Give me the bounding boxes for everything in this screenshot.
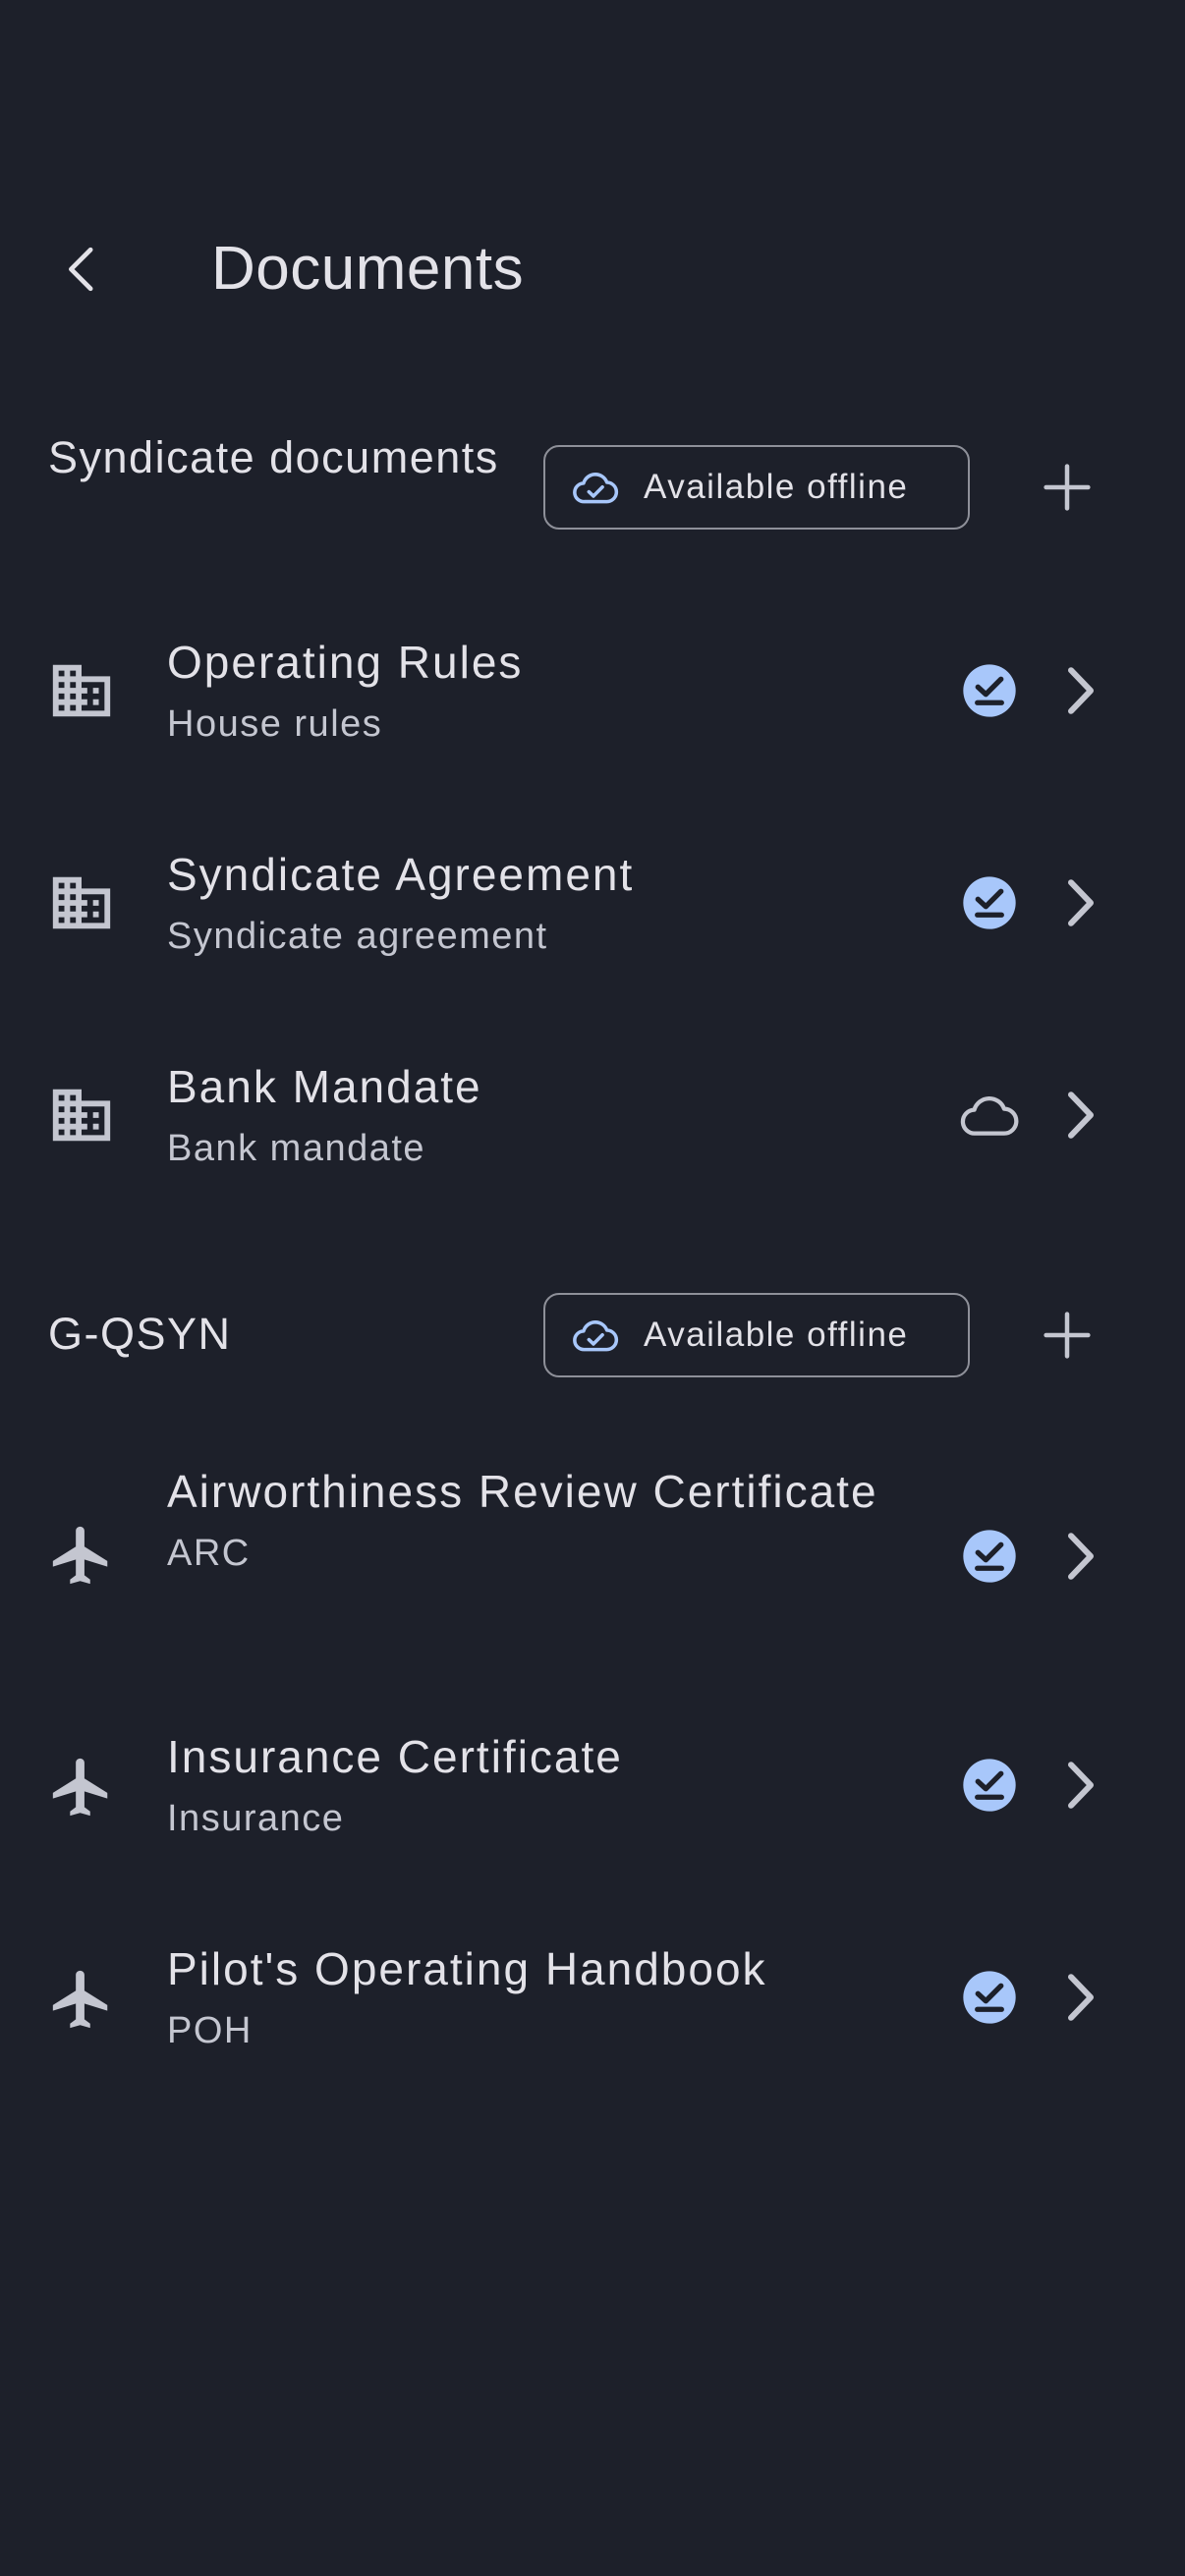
download-done-icon [958, 871, 1021, 934]
chevron-right-icon [1059, 659, 1102, 722]
chevron-right-icon [1059, 871, 1102, 934]
building-icon [47, 1081, 116, 1149]
document-row-pilots-operating-handbook[interactable]: Pilot's Operating Handbook POH [0, 1926, 1185, 2073]
document-name: Pilot's Operating Handbook [167, 1943, 767, 1994]
document-name: Bank Mandate [167, 1061, 482, 1112]
chevron-right-icon [1059, 1525, 1102, 1588]
document-text: Syndicate Agreement Syndicate agreement [167, 839, 875, 963]
section-header-syndicate-documents: Syndicate documents Available offline [0, 422, 1185, 560]
airplane-icon [47, 1753, 116, 1821]
document-subtitle: Syndicate agreement [167, 916, 548, 957]
cloud-done-icon [571, 1311, 620, 1360]
document-name: Insurance Certificate [167, 1731, 623, 1782]
top-app-bar: Documents [0, 206, 1185, 324]
document-row-bank-mandate[interactable]: Bank Mandate Bank mandate [0, 1043, 1185, 1191]
chevron-right-icon [1059, 1966, 1102, 2029]
document-text: Insurance Certificate Insurance [167, 1721, 875, 1845]
chevron-right-icon [1059, 1754, 1102, 1817]
download-done-icon [958, 1525, 1021, 1588]
document-row-airworthiness-review-certificate[interactable]: Airworthiness Review Certificate ARC [0, 1454, 1185, 1660]
document-name: Syndicate Agreement [167, 849, 635, 900]
document-subtitle: ARC [167, 1533, 251, 1574]
building-icon [47, 868, 116, 937]
add-document-button[interactable] [1022, 1290, 1112, 1380]
document-subtitle: House rules [167, 703, 383, 745]
document-row-syndicate-agreement[interactable]: Syndicate Agreement Syndicate agreement [0, 831, 1185, 979]
download-done-icon [958, 1966, 1021, 2029]
building-icon [47, 656, 116, 725]
document-row-operating-rules[interactable]: Operating Rules House rules [0, 619, 1185, 766]
document-name: Operating Rules [167, 637, 524, 688]
airplane-icon [47, 1521, 116, 1590]
document-text: Airworthiness Review Certificate ARC [167, 1456, 914, 1580]
available-offline-button[interactable]: Available offline [543, 445, 970, 530]
document-text: Pilot's Operating Handbook POH [167, 1933, 875, 2057]
chevron-right-icon [1059, 1084, 1102, 1147]
airplane-icon [47, 1965, 116, 2034]
document-subtitle: Bank mandate [167, 1128, 426, 1169]
available-offline-button[interactable]: Available offline [543, 1293, 970, 1377]
back-button[interactable] [39, 226, 126, 312]
download-done-icon [958, 1754, 1021, 1817]
add-icon [1044, 464, 1091, 511]
section-header-g-qsyn: G-QSYN Available offline [0, 1293, 1185, 1391]
cloud-outline-icon [958, 1084, 1021, 1147]
page-title: Documents [211, 235, 525, 303]
document-row-insurance-certificate[interactable]: Insurance Certificate Insurance [0, 1713, 1185, 1861]
add-document-button[interactable] [1022, 442, 1112, 532]
available-offline-label: Available offline [644, 1316, 909, 1354]
document-text: Bank Mandate Bank mandate [167, 1051, 875, 1175]
add-icon [1044, 1312, 1091, 1359]
download-done-icon [958, 659, 1021, 722]
section-title: Syndicate documents [48, 432, 499, 482]
document-subtitle: POH [167, 2010, 253, 2051]
arrow-back-icon [69, 247, 93, 292]
section-title: G-QSYN [48, 1309, 232, 1359]
document-name: Airworthiness Review Certificate [167, 1466, 878, 1517]
cloud-done-icon [571, 463, 620, 512]
available-offline-label: Available offline [644, 468, 909, 506]
document-text: Operating Rules House rules [167, 627, 875, 751]
document-subtitle: Insurance [167, 1798, 345, 1839]
